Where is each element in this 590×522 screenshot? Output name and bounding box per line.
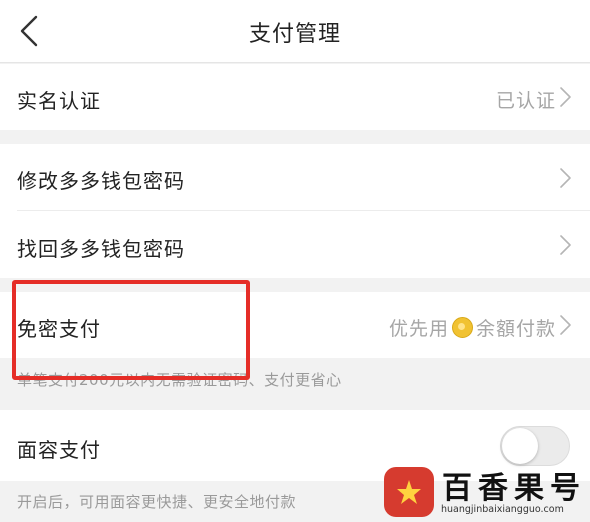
chevron-right-icon — [560, 87, 571, 107]
row-label: 实名认证 — [17, 89, 101, 113]
row-label: 找回多多钱包密码 — [17, 237, 185, 261]
watermark-url: huangjinbaixiangguo.com — [441, 504, 564, 515]
priority-prefix: 优先用 — [388, 318, 449, 340]
verification-status: 已认证 — [495, 90, 556, 112]
chevron-right-icon — [560, 235, 571, 255]
watermark: 百香果号 huangjinbaixiangguo.com — [384, 463, 588, 521]
face-pay-toggle[interactable] — [500, 426, 570, 466]
row-recover-wallet-password[interactable]: 找回多多钱包密码 — [0, 211, 590, 278]
chevron-right-icon — [560, 315, 571, 335]
row-real-name-verification[interactable]: 实名认证 已认证 — [0, 64, 590, 130]
row-label: 面容支付 — [17, 438, 101, 462]
page-title: 支付管理 — [248, 22, 341, 47]
toggle-knob — [502, 428, 538, 464]
star-icon — [397, 480, 421, 504]
row-change-wallet-password[interactable]: 修改多多钱包密码 — [0, 144, 590, 211]
watermark-title: 百香果号 — [442, 471, 586, 506]
chevron-right-icon — [560, 168, 571, 188]
payment-priority-value: 优先用 余額付款 — [389, 314, 556, 341]
coin-icon — [451, 317, 473, 338]
row-label: 修改多多钱包密码 — [17, 169, 185, 193]
highlight-annotation-box — [12, 280, 250, 380]
navigation-bar: 支付管理 — [0, 0, 590, 63]
priority-method: 余額付款 — [475, 318, 556, 340]
face-pay-description: 开启后，可用面容更快捷、更安全地付款 — [17, 493, 297, 511]
brand-logo — [384, 467, 434, 517]
